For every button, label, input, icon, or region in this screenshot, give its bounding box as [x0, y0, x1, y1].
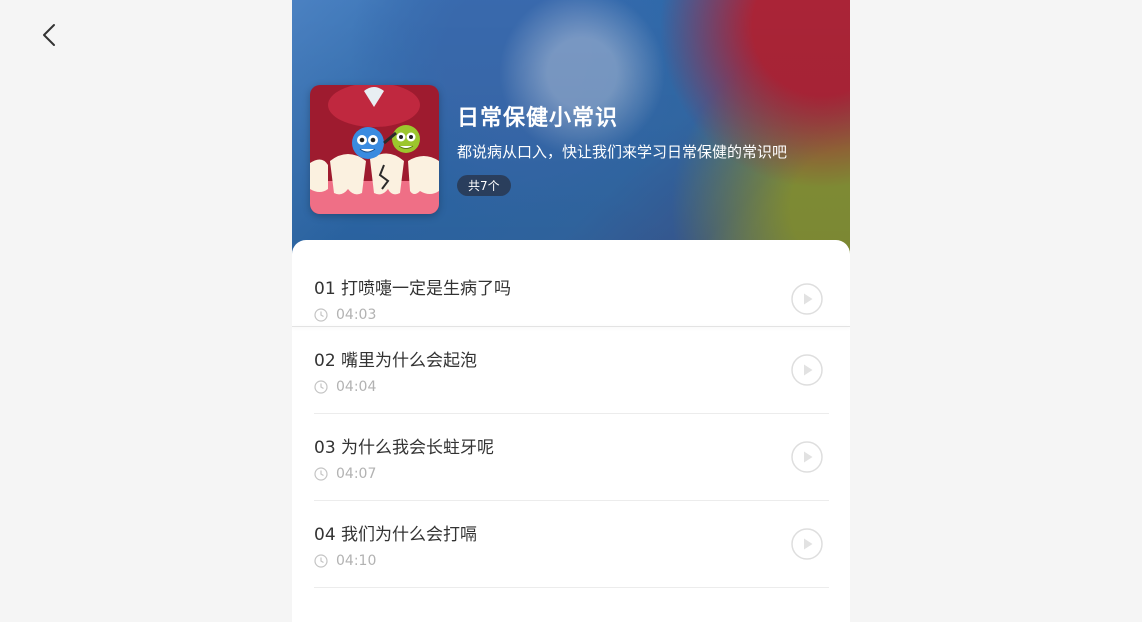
- duration-text: 04:04: [336, 379, 377, 395]
- album-cover: [310, 85, 439, 214]
- episode-count-badge: 共7个: [457, 175, 511, 196]
- album-subtitle: 都说病从口入，快让我们来学习日常保健的常识吧: [457, 143, 788, 161]
- list-item[interactable]: 02 嘴里为什么会起泡 04:04: [314, 327, 829, 414]
- episode-duration: 04:03: [314, 307, 376, 323]
- list-item[interactable]: 04 我们为什么会打嗝 04:10: [314, 501, 829, 588]
- clock-icon: [314, 467, 328, 481]
- duration-text: 04:07: [336, 466, 377, 482]
- clock-icon: [314, 554, 328, 568]
- album-title: 日常保健小常识: [457, 106, 619, 131]
- chevron-left-icon: [43, 24, 55, 46]
- duration-text: 04:03: [336, 307, 377, 323]
- episode-duration: 04:04: [314, 379, 376, 395]
- episode-title: 03 为什么我会长蛀牙呢: [314, 438, 495, 458]
- episode-list: 01 打喷嚏一定是生病了吗 04:03 02 嘴里为什么会起泡 04:04 03…: [292, 240, 850, 622]
- episode-title: 02 嘴里为什么会起泡: [314, 351, 478, 371]
- clock-icon: [314, 380, 328, 394]
- play-icon[interactable]: [791, 528, 823, 560]
- play-icon[interactable]: [791, 283, 823, 315]
- album-panel: 日常保健小常识 都说病从口入，快让我们来学习日常保健的常识吧 共7个 01 打喷…: [292, 0, 850, 622]
- back-button[interactable]: [36, 20, 62, 50]
- list-item[interactable]: 01 打喷嚏一定是生病了吗 04:03: [314, 240, 829, 326]
- episode-duration: 04:07: [314, 466, 376, 482]
- duration-text: 04:10: [336, 553, 377, 569]
- episode-title: 04 我们为什么会打嗝: [314, 525, 478, 545]
- teeth-germs-illustration: [310, 85, 439, 214]
- play-icon[interactable]: [791, 441, 823, 473]
- list-item[interactable]: 03 为什么我会长蛀牙呢 04:07: [314, 414, 829, 501]
- clock-icon: [314, 308, 328, 322]
- episode-title: 01 打喷嚏一定是生病了吗: [314, 279, 512, 299]
- play-icon[interactable]: [791, 354, 823, 386]
- episode-duration: 04:10: [314, 553, 376, 569]
